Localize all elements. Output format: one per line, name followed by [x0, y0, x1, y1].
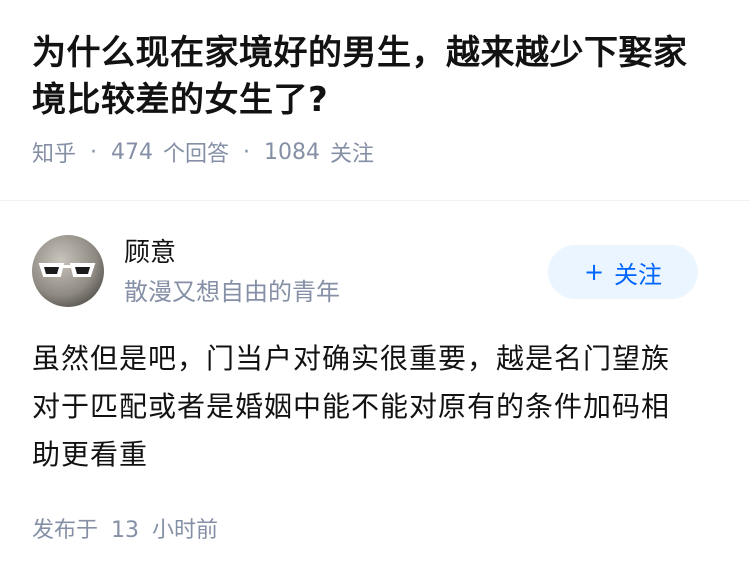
- meta-separator: ·: [90, 139, 98, 165]
- question-title-line2: 境比较差的女生了?: [32, 80, 329, 120]
- answers-label: 个回答: [163, 142, 230, 167]
- author-card: 顾意 散漫又想自由的青年 + 关注: [32, 235, 718, 309]
- author-bio: 散漫又想自由的青年: [124, 278, 340, 306]
- answer-line: 助更看重: [32, 438, 149, 471]
- published-suffix: 小时前: [152, 518, 219, 543]
- source-label: 知乎: [32, 142, 77, 167]
- question-title[interactable]: 为什么现在家境好的男生，越来越少下娶家 境比较差的女生了?: [32, 30, 718, 124]
- question-title-line1: 为什么现在家境好的男生，越来越少下娶家: [32, 33, 688, 73]
- followers-count: 1084: [264, 139, 321, 165]
- meta-separator: ·: [243, 139, 251, 165]
- published-time: 发布于 13 小时前: [32, 515, 218, 547]
- answers-count: 474: [111, 139, 154, 165]
- follow-button[interactable]: + 关注: [548, 245, 698, 299]
- answer-content: 虽然但是吧，门当户对确实很重要，越是名门望族 对于匹配或者是婚姻中能不能对原有的…: [32, 335, 702, 479]
- plus-icon: +: [583, 258, 605, 286]
- question-meta: 知乎 · 474 个回答 · 1084 关注: [32, 136, 718, 168]
- followers-label: 关注: [330, 142, 375, 167]
- answer-line: 虽然但是吧，门当户对确实很重要，越是名门望族: [32, 342, 671, 375]
- published-prefix: 发布于: [32, 518, 99, 543]
- author-name[interactable]: 顾意: [124, 235, 176, 271]
- section-divider: [0, 200, 750, 201]
- follow-button-label: 关注: [614, 260, 663, 289]
- answer-line: 对于匹配或者是婚姻中能不能对原有的条件加码相: [32, 390, 671, 423]
- question-header: 为什么现在家境好的男生，越来越少下娶家 境比较差的女生了? 知乎 · 474 个…: [0, 0, 750, 168]
- author-avatar[interactable]: [32, 235, 104, 307]
- published-hours: 13: [111, 518, 140, 543]
- sunglasses-icon: [38, 263, 96, 277]
